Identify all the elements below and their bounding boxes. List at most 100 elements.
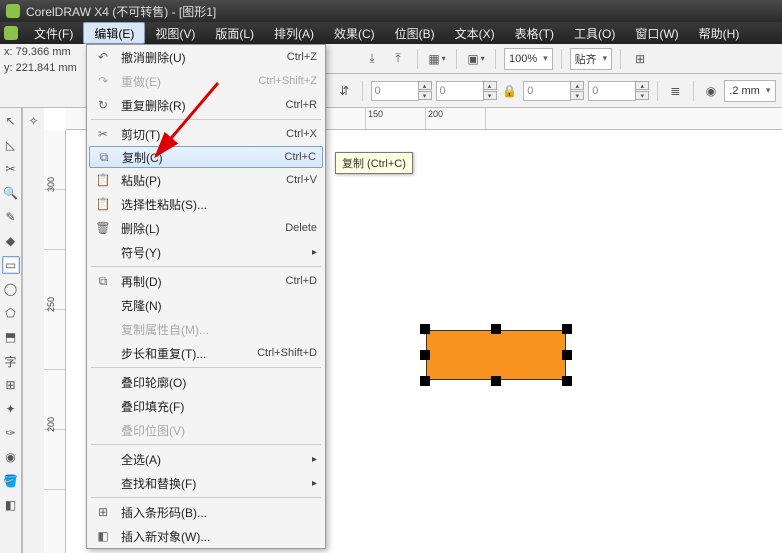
export-button[interactable]: ⤒ [387,48,409,70]
menu-item[interactable]: ◧插入新对象(W)... [87,524,325,548]
menu-bitmaps[interactable]: 位图(B) [385,22,445,44]
menu-item-icon [95,398,111,414]
corner-tl-spinner[interactable]: ▴▾ [418,81,432,100]
handle-tr[interactable] [562,324,572,334]
menu-item[interactable]: 📋粘贴(P)Ctrl+V [87,168,325,192]
options-button[interactable]: ⊞ [629,48,651,70]
freehand-tool[interactable]: ✎ [2,208,20,226]
menu-item[interactable]: 步长和重复(T)...Ctrl+Shift+D [87,341,325,365]
handle-bl[interactable] [420,376,430,386]
snap-label: 贴齐 [575,51,597,67]
menu-item-label: 粘贴(P) [121,172,276,189]
menu-item-icon [95,321,111,337]
corner-tr-input[interactable]: 0 [436,81,484,101]
menu-layout[interactable]: 版面(L) [205,22,264,44]
submenu-arrow-icon: ▸ [312,454,317,465]
outline-tool[interactable]: ◉ [2,448,20,466]
basic-shapes-tool[interactable]: ⬒ [2,328,20,346]
menu-item-icon: ↶ [95,49,111,65]
menu-effects[interactable]: 效果(C) [324,22,385,44]
menu-item-shortcut: Ctrl+X [286,128,317,140]
menu-text[interactable]: 文本(X) [445,22,505,44]
menu-item-label: 克隆(N) [121,297,317,314]
handle-tc[interactable] [491,324,501,334]
text-tool[interactable]: 字 [2,352,20,370]
menu-item[interactable]: ✂剪切(T)Ctrl+X [87,122,325,146]
menu-arrange[interactable]: 排列(A) [264,22,324,44]
copy-tooltip: 复制 (Ctrl+C) [335,152,413,174]
menu-item[interactable]: 🗑删除(L)Delete [87,216,325,240]
menu-item[interactable]: ⧉复制(C)Ctrl+C [89,146,323,168]
menu-edit[interactable]: 编辑(E) [83,22,145,44]
fill-tool[interactable]: 🪣 [2,472,20,490]
handle-ml[interactable] [420,350,430,360]
lock-corners-button[interactable]: 🔒 [501,80,520,102]
menu-item-label: 插入条形码(B)... [121,504,317,521]
eyedropper-tool[interactable]: ✑ [2,424,20,442]
menu-item-shortcut: Ctrl+Shift+D [257,347,317,359]
menu-item[interactable]: ↶撤消删除(U)Ctrl+Z [87,45,325,69]
menu-view[interactable]: 视图(V) [145,22,205,44]
ellipse-tool[interactable]: ◯ [2,280,20,298]
window-title: CorelDRAW X4 (不可转售) - [图形1] [26,3,216,20]
menu-item-shortcut: Delete [285,222,317,234]
rectangle-tool[interactable]: ▭ [2,256,20,274]
corner-br-input[interactable]: 0 [588,81,636,101]
menu-table[interactable]: 表格(T) [505,22,564,44]
menu-item-icon [95,297,111,313]
text-wrap-button[interactable]: ≣ [666,80,685,102]
corner-tr-spinner[interactable]: ▴▾ [483,81,497,100]
menu-item-icon [95,345,111,361]
menu-item[interactable]: 克隆(N) [87,293,325,317]
table-tool[interactable]: ⊞ [2,376,20,394]
coord-y: y: 221.841 mm [0,60,88,76]
corner-tl-input[interactable]: 0 [371,81,419,101]
menu-item[interactable]: ⊞插入条形码(B)... [87,500,325,524]
menu-tools[interactable]: 工具(O) [564,22,625,44]
zoom-tool[interactable]: 🔍 [2,184,20,202]
menu-item-icon: 📋 [95,196,111,212]
menu-item[interactable]: 📋选择性粘贴(S)... [87,192,325,216]
corner-bl-spinner[interactable]: ▴▾ [570,81,584,100]
pick-tool[interactable]: ↖ [2,112,20,130]
corner-br-spinner[interactable]: ▴▾ [635,81,649,100]
menu-item-shortcut: Ctrl+D [286,275,317,287]
interactive-fill-tool[interactable]: ◧ [2,496,20,514]
welcome-button[interactable]: ▣▾ [465,48,487,70]
menu-item-label: 叠印填充(F) [121,398,317,415]
polygon-tool[interactable]: ⬠ [2,304,20,322]
menu-item-label: 叠印位图(V) [121,422,317,439]
menu-item[interactable]: 符号(Y)▸ [87,240,325,264]
app-launcher-button[interactable]: ▦▾ [426,48,448,70]
smart-fill-tool[interactable]: ◆ [2,232,20,250]
secondary-tool[interactable]: ✧ [25,112,43,130]
menu-item[interactable]: 叠印轮廓(O) [87,370,325,394]
handle-br[interactable] [562,376,572,386]
snap-combo[interactable]: 贴齐▾ [570,48,613,70]
menu-window[interactable]: 窗口(W) [625,22,688,44]
shape-tool[interactable]: ◺ [2,136,20,154]
corner-bl-input[interactable]: 0 [523,81,571,101]
menu-help[interactable]: 帮助(H) [689,22,750,44]
selected-rectangle-shape[interactable]: × [426,330,566,380]
menu-item-icon: ◧ [95,528,111,544]
menu-file[interactable]: 文件(F) [24,22,83,44]
handle-mr[interactable] [562,350,572,360]
menu-item-icon [95,475,111,491]
menu-item[interactable]: ⧉再制(D)Ctrl+D [87,269,325,293]
interactive-tool[interactable]: ✦ [2,400,20,418]
menu-item[interactable]: 查找和替换(F)▸ [87,471,325,495]
handle-bc[interactable] [491,376,501,386]
handle-tl[interactable] [420,324,430,334]
menu-item[interactable]: 叠印填充(F) [87,394,325,418]
coord-panel: x: 79.366 mm y: 221.841 mm [0,44,88,76]
menu-item[interactable]: ↻重复删除(R)Ctrl+R [87,93,325,117]
outline-width-combo[interactable]: .2 mm▾ [724,80,776,102]
import-button[interactable]: ⤓ [361,48,383,70]
crop-tool[interactable]: ✂ [2,160,20,178]
menu-item[interactable]: 全选(A)▸ [87,447,325,471]
mirror-v-button[interactable]: ⇵ [335,80,354,102]
zoom-combo[interactable]: 100%▾ [504,48,553,70]
menu-item-icon [95,374,111,390]
title-bar: CorelDRAW X4 (不可转售) - [图形1] [0,0,782,22]
